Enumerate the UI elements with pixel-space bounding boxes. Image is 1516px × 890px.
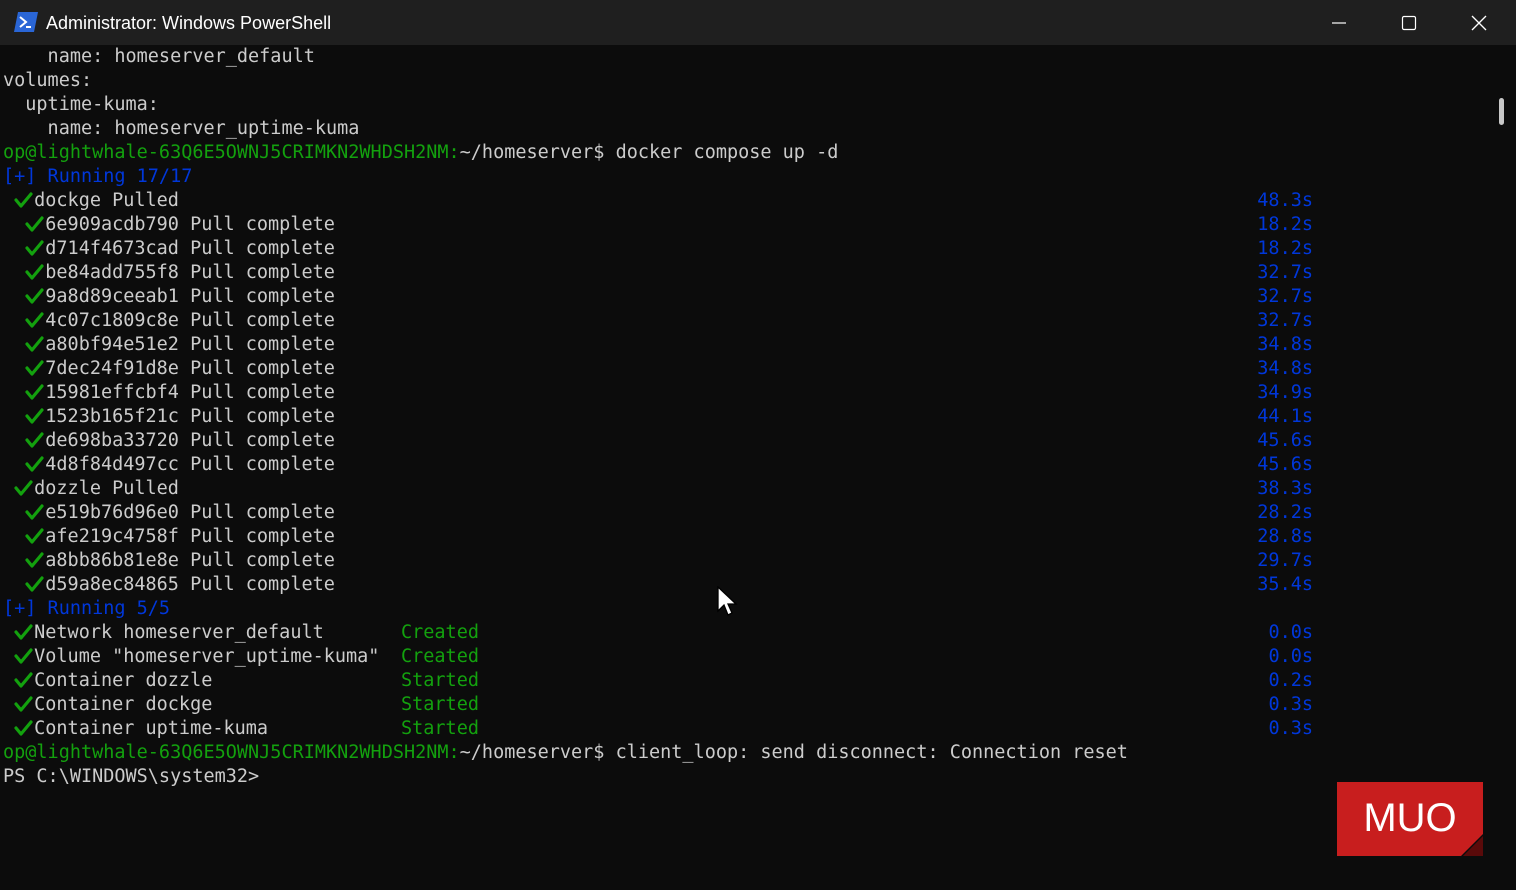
muo-watermark-logo: MUO <box>1337 782 1483 856</box>
output-line: uptime-kuma: <box>3 94 159 115</box>
pull-line: 1523b165f21c Pull complete 44.1s <box>3 405 1313 429</box>
pull-time: 18.2s <box>1257 238 1313 259</box>
prompt-line: op@lightwhale-63Q6E5OWNJ5CRIMKN2WHDSH2NM… <box>3 141 838 165</box>
pull-line: 6e909acdb790 Pull complete 18.2s <box>3 213 1313 237</box>
prompt-command: docker compose up -d <box>604 142 839 163</box>
minimize-icon <box>1332 21 1346 24</box>
powershell-icon <box>14 12 38 32</box>
running-status: [+] Running 5/5 <box>3 598 171 619</box>
pull-time: 48.3s <box>1257 190 1313 211</box>
pull-line: 7dec24f91d8e Pull complete 34.8s <box>3 357 1313 381</box>
pull-time: 34.8s <box>1257 358 1313 379</box>
pull-time: 45.6s <box>1257 454 1313 475</box>
running-status-line: [+] Running 17/17 <box>3 165 192 189</box>
running-status: [+] Running 17/17 <box>3 166 193 187</box>
pull-line: dozzle Pulled 38.3s <box>3 477 1313 501</box>
prompt-user-host: op@lightwhale-63Q6E5OWNJ5CRIMKN2WHDSH2NM… <box>3 742 460 763</box>
svg-text:MUO: MUO <box>1363 796 1456 840</box>
resource-time: 0.0s <box>1268 646 1313 667</box>
resource-time: 0.0s <box>1268 622 1313 643</box>
pull-line: be84add755f8 Pull complete 32.7s <box>3 261 1313 285</box>
pull-time: 18.2s <box>1257 214 1313 235</box>
output-line: name: homeserver_uptime-kuma <box>3 118 360 139</box>
resource-time: 0.3s <box>1268 694 1313 715</box>
mouse-pointer-icon <box>717 586 738 616</box>
pull-time: 32.7s <box>1257 286 1313 307</box>
pull-line: afe219c4758f Pull complete 28.8s <box>3 525 1313 549</box>
maximize-icon <box>1401 15 1417 30</box>
pull-line: 15981effcbf4 Pull complete 34.9s <box>3 381 1313 405</box>
pull-time: 34.9s <box>1257 382 1313 403</box>
output-line: name: homeserver_default <box>3 46 315 67</box>
resource-line: Volume "homeserver_uptime-kuma" Created 0.… <box>3 645 1313 669</box>
running-status-line: [+] Running 5/5 <box>3 597 170 621</box>
output-line: volumes: <box>3 70 93 91</box>
pull-time: 44.1s <box>1257 406 1313 427</box>
pull-time: 45.6s <box>1257 430 1313 451</box>
pull-time: 38.3s <box>1257 478 1313 499</box>
resource-time: 0.2s <box>1268 670 1313 691</box>
pull-line: d714f4673cad Pull complete 18.2s <box>3 237 1313 261</box>
prompt-command: client_loop: send disconnect: Connection… <box>604 742 1128 763</box>
title-bar[interactable]: Administrator: Windows PowerShell <box>0 0 1516 45</box>
pull-line: d59a8ec84865 Pull complete 35.4s <box>3 573 1313 597</box>
pull-line: dockge Pulled 48.3s <box>3 189 1313 213</box>
prompt-line: op@lightwhale-63Q6E5OWNJ5CRIMKN2WHDSH2NM… <box>3 741 1128 765</box>
pull-time: 32.7s <box>1257 262 1313 283</box>
powershell-prompt-line: PS C:\WINDOWS\system32> <box>3 766 260 787</box>
minimize-button[interactable] <box>1304 0 1374 45</box>
pull-line: de698ba33720 Pull complete 45.6s <box>3 429 1313 453</box>
resource-line: Network homeserver_default Created 0.0s <box>3 621 1313 645</box>
resource-time: 0.3s <box>1268 718 1313 739</box>
scrollbar-thumb[interactable] <box>1499 98 1504 125</box>
pull-time: 28.8s <box>1257 526 1313 547</box>
resource-line: Container uptime-kuma Started 0.3s <box>3 717 1313 741</box>
pull-line: 4d8f84d497cc Pull complete 45.6s <box>3 453 1313 477</box>
pull-time: 34.8s <box>1257 334 1313 355</box>
terminal-output[interactable]: name: homeserver_default volumes: uptime-… <box>0 45 1488 890</box>
pull-time: 32.7s <box>1257 310 1313 331</box>
prompt-path: ~/homeserver$ <box>459 142 605 163</box>
pull-line: a8bb86b81e8e Pull complete 29.7s <box>3 549 1313 573</box>
pull-time: 29.7s <box>1257 550 1313 571</box>
close-button[interactable] <box>1444 0 1514 45</box>
pull-line: 9a8d89ceeab1 Pull complete 32.7s <box>3 285 1313 309</box>
pull-line: a80bf94e51e2 Pull complete 34.8s <box>3 333 1313 357</box>
pull-time: 28.2s <box>1257 502 1313 523</box>
window-title: Administrator: Windows PowerShell <box>46 13 332 33</box>
pull-time: 35.4s <box>1257 574 1313 595</box>
prompt-user-host: op@lightwhale-63Q6E5OWNJ5CRIMKN2WHDSH2NM… <box>3 142 460 163</box>
prompt-path: ~/homeserver$ <box>459 742 605 763</box>
resource-line: Container dozzle Started 0.2s <box>3 669 1313 693</box>
pull-line: 4c07c1809c8e Pull complete 32.7s <box>3 309 1313 333</box>
pull-line: e519b76d96e0 Pull complete 28.2s <box>3 501 1313 525</box>
maximize-button[interactable] <box>1374 0 1444 45</box>
resource-line: Container dockge Started 0.3s <box>3 693 1313 717</box>
close-icon <box>1471 15 1487 30</box>
vertical-scrollbar[interactable] <box>1488 45 1516 890</box>
